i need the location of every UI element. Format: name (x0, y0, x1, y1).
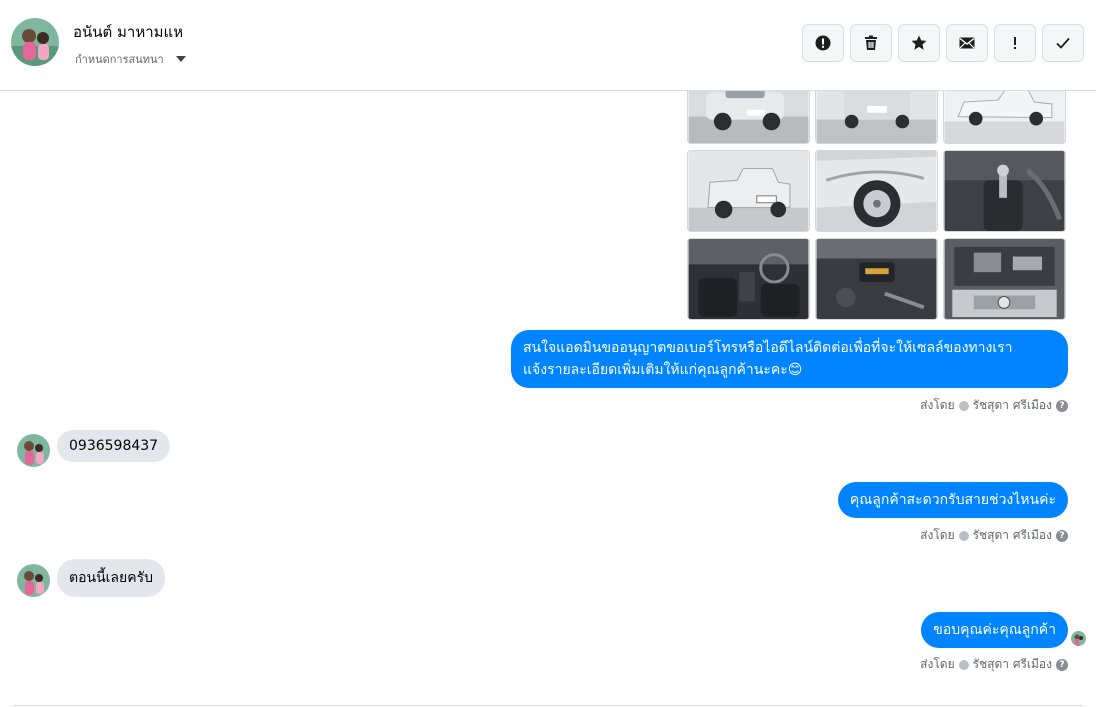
seen-by-avatar (1071, 631, 1086, 646)
composer-divider (14, 705, 1082, 706)
follow-up-button[interactable] (994, 24, 1036, 62)
sender-dot-icon (958, 530, 969, 541)
conversation-status-label: กำหนดการสนทนา (75, 53, 164, 66)
attachment-photo-grid (687, 91, 1067, 321)
mail-icon (959, 37, 975, 49)
caret-down-icon (175, 56, 186, 62)
sender-name[interactable]: รัชสุดา ศรีเมือง (973, 526, 1052, 545)
photo-pickup-rear-left[interactable] (687, 150, 810, 232)
sender-dot-icon (958, 659, 969, 670)
alert-circle-icon (815, 35, 831, 51)
photo-engine-bay[interactable] (943, 238, 1066, 320)
exclamation-icon (1014, 37, 1016, 49)
photo-interior-gear[interactable] (943, 150, 1066, 232)
sent-by-prefix: ส่งโดย (920, 657, 955, 671)
spam-button[interactable] (802, 24, 844, 62)
sent-by-prefix: ส่งโดย (920, 528, 955, 542)
outgoing-message[interactable]: สนใจแอดมินขออนุญาตขอเบอร์โทรหรือไอดีไลน์… (511, 330, 1068, 388)
photo-pickup-side[interactable] (943, 91, 1066, 144)
delete-button[interactable] (850, 24, 892, 62)
incoming-message[interactable]: ตอนนี้เลยครับ (57, 559, 165, 597)
mark-unread-button[interactable] (946, 24, 988, 62)
sent-by-prefix: ส่งโดย (920, 398, 955, 412)
sender-dot-icon (958, 400, 969, 411)
trash-icon (865, 35, 877, 50)
help-icon[interactable]: ? (1056, 658, 1068, 671)
outgoing-message[interactable]: ขอบคุณค่ะคุณลูกค้า (921, 612, 1068, 648)
sender-name[interactable]: รัชสุดา ศรีเมือง (973, 396, 1052, 415)
help-icon[interactable]: ? (1056, 399, 1068, 412)
photo-wheel-closeup[interactable] (815, 150, 938, 232)
conversation-header: อนันต์ มาหามแห กำหนดการสนทนา (0, 0, 1096, 91)
help-icon[interactable]: ? (1056, 529, 1068, 542)
message-line: สนใจแอดมินขออนุญาตขอเบอร์โทรหรือไอดีไลน์… (523, 340, 1013, 356)
sender-name[interactable]: รัชสุดา ศรีเมือง (973, 655, 1052, 674)
incoming-message[interactable]: 0936598437 (57, 430, 171, 462)
photo-interior-dashboard[interactable] (687, 238, 810, 320)
conversation-status-dropdown[interactable]: กำหนดการสนทนา (75, 50, 186, 68)
contact-avatar-small[interactable] (17, 434, 50, 467)
photo-interior-console[interactable] (815, 238, 938, 320)
star-button[interactable] (898, 24, 940, 62)
check-icon (1056, 37, 1070, 49)
photo-pickup-front-left[interactable] (687, 91, 810, 144)
contact-avatar-small[interactable] (17, 564, 50, 597)
contact-name[interactable]: อนันต์ มาหามแห (73, 20, 183, 44)
sent-by-meta: ส่งโดย รัชสุดา ศรีเมือง ? (920, 396, 1068, 415)
sent-by-meta: ส่งโดย รัชสุดา ศรีเมือง ? (920, 655, 1068, 674)
header-actions (802, 24, 1084, 62)
sent-by-meta: ส่งโดย รัชสุดา ศรีเมือง ? (920, 526, 1068, 545)
photo-pickup-rear[interactable] (815, 91, 938, 144)
message-line: แจ้งรายละเอียดเพิ่มเติมให้แก่คุณลูกค้านะ… (523, 362, 803, 378)
done-button[interactable] (1042, 24, 1084, 62)
star-icon (911, 35, 927, 50)
outgoing-message[interactable]: คุณลูกค้าสะดวกรับสายช่วงไหนค่ะ (837, 482, 1068, 518)
contact-avatar[interactable] (11, 18, 59, 66)
